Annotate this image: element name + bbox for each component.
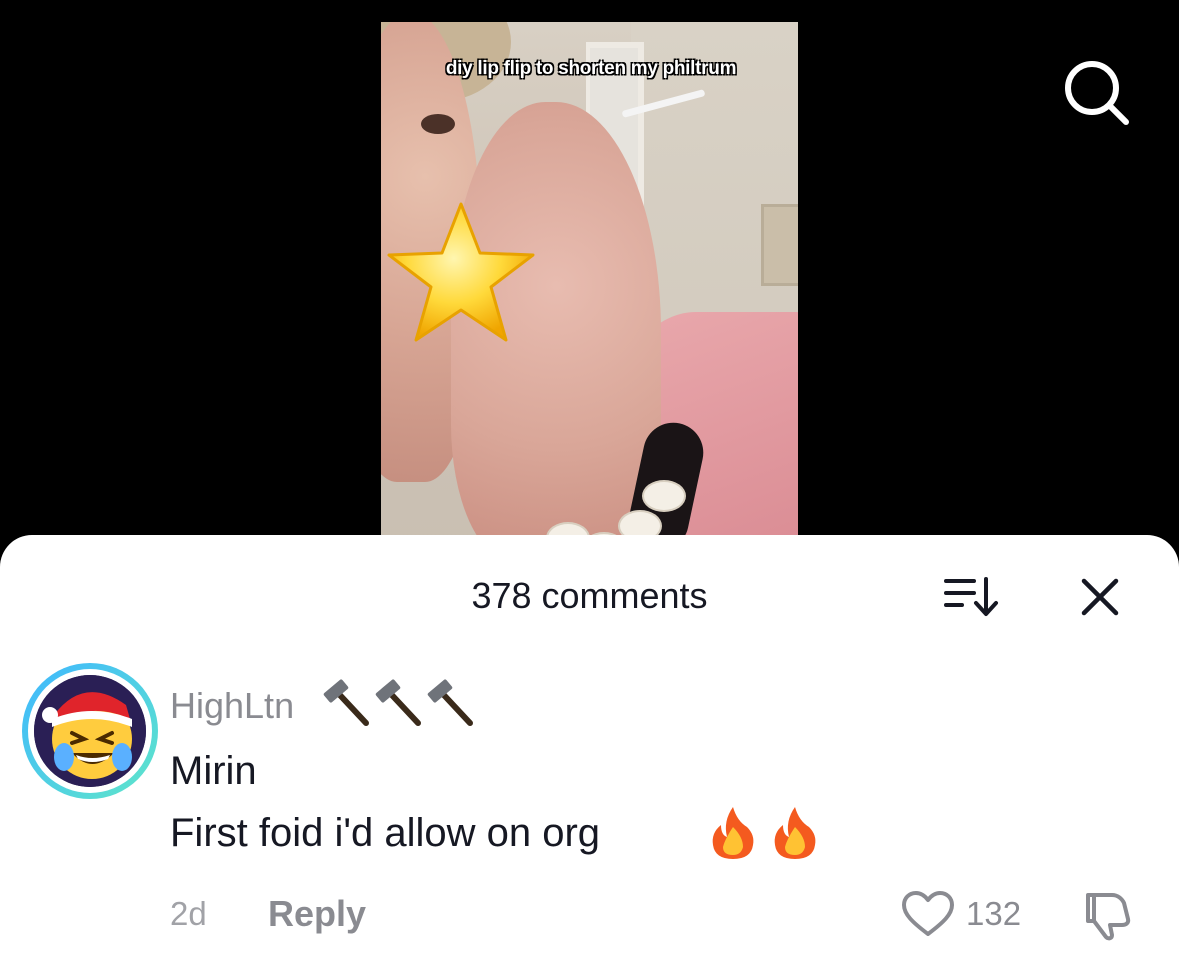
comment-username[interactable]: HighLtn xyxy=(170,685,294,727)
star-sticker-icon xyxy=(387,202,535,342)
avatar-border xyxy=(28,669,152,793)
close-icon[interactable] xyxy=(1076,573,1124,621)
santa-laughing-emoji-icon xyxy=(34,675,146,787)
comments-count-title: 378 comments xyxy=(471,575,708,616)
comment-text-line: First foid i'd allow on org xyxy=(170,811,601,855)
thumbs-down-icon[interactable] xyxy=(1080,889,1136,941)
avatar[interactable] xyxy=(22,663,158,799)
comment-timestamp: 2d xyxy=(170,895,207,932)
video-eye xyxy=(421,114,455,134)
video-wall-picture xyxy=(761,204,798,286)
video-player[interactable]: diy lip flip to shorten my philtrum xyxy=(0,0,1179,560)
sort-icon[interactable] xyxy=(940,573,1000,621)
like-count: 132 xyxy=(966,895,1022,932)
video-caption: diy lip flip to shorten my philtrum xyxy=(445,58,737,79)
reply-button[interactable]: Reply xyxy=(268,893,366,935)
heart-icon[interactable] xyxy=(900,889,956,939)
comment-text-line: Mirin xyxy=(170,749,257,793)
fire-emoji-icon xyxy=(712,807,816,859)
hammer-emoji-icon xyxy=(323,679,473,726)
search-icon[interactable] xyxy=(1060,56,1132,128)
comments-sheet: 378 comments HighLtn Mirin First foid i'… xyxy=(0,535,1179,965)
video-frame[interactable]: diy lip flip to shorten my philtrum xyxy=(381,22,798,560)
